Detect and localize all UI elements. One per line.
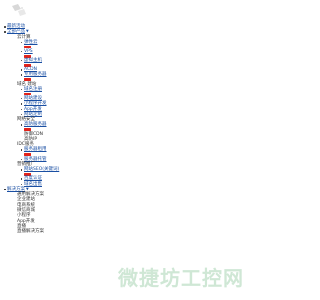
product-item[interactable]: 域名注册 [7, 87, 200, 96]
product-groups: 云计算 弹性云 VPS 虚拟主机 ACDN 专用服务器 域名 建站 域名注册 网站建设 小程序开发… [7, 35, 200, 187]
product-link[interactable]: 弹性云 [24, 40, 38, 45]
product-link[interactable]: 域名注册 [24, 87, 42, 92]
product-link[interactable]: 网站SEO(关键词) [24, 167, 59, 172]
product-item[interactable]: VPS [7, 49, 200, 58]
product-link[interactable]: 专用服务器 [24, 72, 47, 77]
solution-list: 通用解决方案 企业建站 电商系统 微信商城 小程序 App开发 直播 直播解决方案 [7, 192, 200, 234]
nav-solutions[interactable]: 解决方案▼ 通用解决方案 企业建站 电商系统 微信商城 小程序 App开发 直播 直播解决方案 [0, 187, 200, 235]
product-link[interactable]: App开发 [24, 107, 42, 112]
nav-products[interactable]: 全部产品▼ 云计算 弹性云 VPS 虚拟主机 ACDN 专用服务器 域名 建站 域名注册 网站建… [0, 29, 200, 187]
product-link[interactable]: 小程序开发 [24, 101, 47, 106]
product-item[interactable]: 弹性云 [7, 40, 200, 49]
product-link[interactable]: 百度认证 [24, 176, 42, 181]
product-link[interactable]: 域名出售 [24, 182, 42, 187]
product-item[interactable]: 网站SEO(关键词) [7, 167, 200, 176]
product-link[interactable]: 防御CDN [24, 132, 43, 137]
logo-icon[interactable] [8, 2, 30, 20]
product-item[interactable]: 高防服务器 [7, 122, 200, 132]
product-link[interactable]: 高防服务器 [24, 122, 47, 127]
watermark-text: 微捷坊工控网 [118, 266, 244, 290]
product-link[interactable]: 服务器托管 [24, 157, 47, 162]
nav-menu: 最新活动 全部产品▼ 云计算 弹性云 VPS 虚拟主机 ACDN 专用服务器 域名 建站 域名… [0, 24, 200, 234]
product-link[interactable]: 虚拟主机 [24, 58, 42, 63]
product-item[interactable]: 服务器租用 [7, 147, 200, 157]
product-item[interactable]: 虚拟主机 [7, 58, 200, 67]
product-link[interactable]: 服务器租用 [24, 147, 47, 152]
product-item[interactable]: 专用服务器 [7, 72, 200, 82]
solution-item[interactable]: 直播解决方案 [7, 229, 200, 234]
nav-products-link[interactable]: 全部产品 [7, 29, 25, 34]
product-link[interactable]: VPS [24, 49, 33, 54]
